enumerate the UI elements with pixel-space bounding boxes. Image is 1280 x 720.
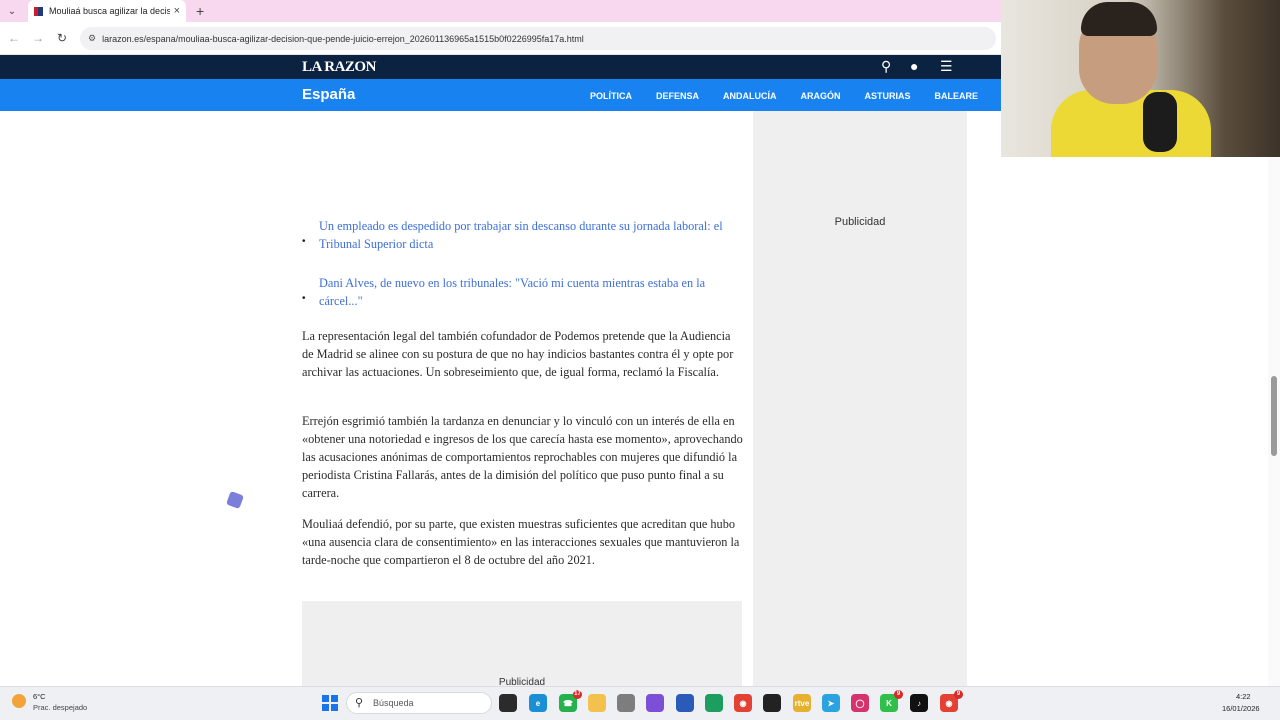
site-info-icon[interactable]: ⚙ [88, 33, 96, 44]
menu-icon[interactable]: ☰ [940, 58, 953, 75]
bullet-icon: • [302, 293, 306, 304]
task-view-icon[interactable] [499, 694, 517, 712]
weather-temperature[interactable]: 6°C [33, 692, 46, 701]
back-icon[interactable]: ← [2, 31, 26, 45]
webcam-overlay [1001, 0, 1280, 157]
windows-start-icon[interactable] [322, 695, 338, 711]
related-link[interactable]: Un empleado es despedido por trabajar si… [319, 217, 739, 253]
close-tab-icon[interactable]: × [174, 5, 180, 17]
site-header: LA RAZON ⚲ ● ☰ [0, 55, 1001, 79]
related-item: • Dani Alves, de nuevo en los tribunales… [302, 274, 742, 314]
search-placeholder: Búsqueda [373, 698, 414, 708]
site-favicon-icon [34, 6, 43, 16]
forward-icon[interactable]: → [26, 31, 50, 45]
search-icon: ⚲ [355, 697, 364, 709]
page-scrollbar[interactable] [1268, 111, 1280, 686]
notification-badge: 17 [573, 690, 582, 699]
whatsapp-icon[interactable]: ☎ 17 [559, 690, 582, 712]
kick-icon[interactable]: K9 [880, 690, 903, 712]
bullet-icon: • [302, 236, 306, 247]
cursor-icon [226, 491, 244, 509]
url-text: larazon.es/espana/mouliaa-busca-agilizar… [102, 33, 584, 44]
tab-search-icon[interactable]: ⌄ [0, 0, 24, 22]
app-icon[interactable] [705, 694, 723, 712]
store-icon[interactable] [676, 694, 694, 712]
notification-badge: 9 [954, 690, 963, 699]
app-icon[interactable] [646, 694, 664, 712]
tab-strip: ⌄ Mouliaá busca agilizar la decisión × + [0, 0, 1001, 22]
nav-link[interactable]: DEFENSA [656, 91, 699, 101]
reload-icon[interactable]: ↻ [50, 31, 74, 45]
webcam-person-hair [1081, 2, 1157, 36]
section-nav: España POLÍTICA DEFENSA ANDALUCÍA ARAGÓN… [0, 79, 1001, 111]
clock-date[interactable]: 16/01/2026 [1222, 704, 1260, 713]
article-paragraph: La representación legal del también cofu… [302, 329, 734, 379]
taskbar: 6°C Prac. despejado ⚲ Búsqueda e ☎ 17 ◉ r… [0, 686, 1280, 720]
edge-icon[interactable]: e [529, 694, 547, 712]
ad-label: Publicidad [834, 216, 886, 228]
microphone-icon [1143, 92, 1177, 152]
notification-badge: 9 [894, 690, 903, 699]
clock-time[interactable]: 4:22 [1236, 692, 1251, 701]
browser-toolbar: ← → ↻ ⚙ larazon.es/espana/mouliaa-busca-… [0, 22, 1001, 55]
related-item: • Un empleado es despedido por trabajar … [302, 217, 742, 257]
tiktok-icon[interactable]: ♪ [910, 694, 928, 712]
chrome-icon[interactable]: ◉ [734, 694, 752, 712]
region-links: POLÍTICA DEFENSA ANDALUCÍA ARAGÓN ASTURI… [590, 91, 1002, 101]
taskbar-search[interactable]: ⚲ Búsqueda [346, 692, 492, 714]
search-icon[interactable]: ⚲ [881, 58, 891, 75]
nav-link[interactable]: ASTURIAS [865, 91, 911, 101]
inline-ad: Publicidad [302, 601, 742, 688]
rtve-icon[interactable]: rtve [793, 694, 811, 712]
nav-link[interactable]: BALEARE [935, 91, 979, 101]
user-icon[interactable]: ● [910, 58, 918, 74]
weather-icon[interactable] [12, 694, 26, 708]
article-paragraph: Errejón esgrimió también la tardanza en … [302, 414, 743, 500]
sidebar-ad: Publicidad [753, 111, 967, 686]
nav-link[interactable]: POLÍTICA [590, 91, 632, 101]
new-tab-icon[interactable]: + [196, 3, 204, 19]
chrome-profile-icon[interactable]: ◉ 9 [940, 690, 963, 712]
tab-title: Mouliaá busca agilizar la decisión [49, 6, 170, 16]
telegram-icon[interactable]: ➤ [822, 694, 840, 712]
related-link[interactable]: Dani Alves, de nuevo en los tribunales: … [319, 274, 739, 310]
nav-link[interactable]: ARAGÓN [801, 91, 841, 101]
screen: ⌄ Mouliaá busca agilizar la decisión × +… [0, 0, 1280, 720]
scrollbar-thumb[interactable] [1271, 376, 1277, 456]
section-title[interactable]: España [302, 86, 355, 103]
weather-description[interactable]: Prac. despejado [33, 703, 87, 712]
app-icon[interactable] [617, 694, 635, 712]
nav-link[interactable]: ANDALUCÍA [723, 91, 777, 101]
app-icon[interactable] [763, 694, 781, 712]
instagram-icon[interactable]: ◯ [851, 694, 869, 712]
address-bar[interactable]: ⚙ larazon.es/espana/mouliaa-busca-agiliz… [80, 27, 996, 50]
article-paragraph: Mouliaá defendió, por su parte, que exis… [302, 517, 740, 567]
file-explorer-icon[interactable] [588, 694, 606, 712]
site-logo[interactable]: LA RAZON [302, 59, 376, 76]
browser-tab-active[interactable]: Mouliaá busca agilizar la decisión × [28, 0, 186, 22]
